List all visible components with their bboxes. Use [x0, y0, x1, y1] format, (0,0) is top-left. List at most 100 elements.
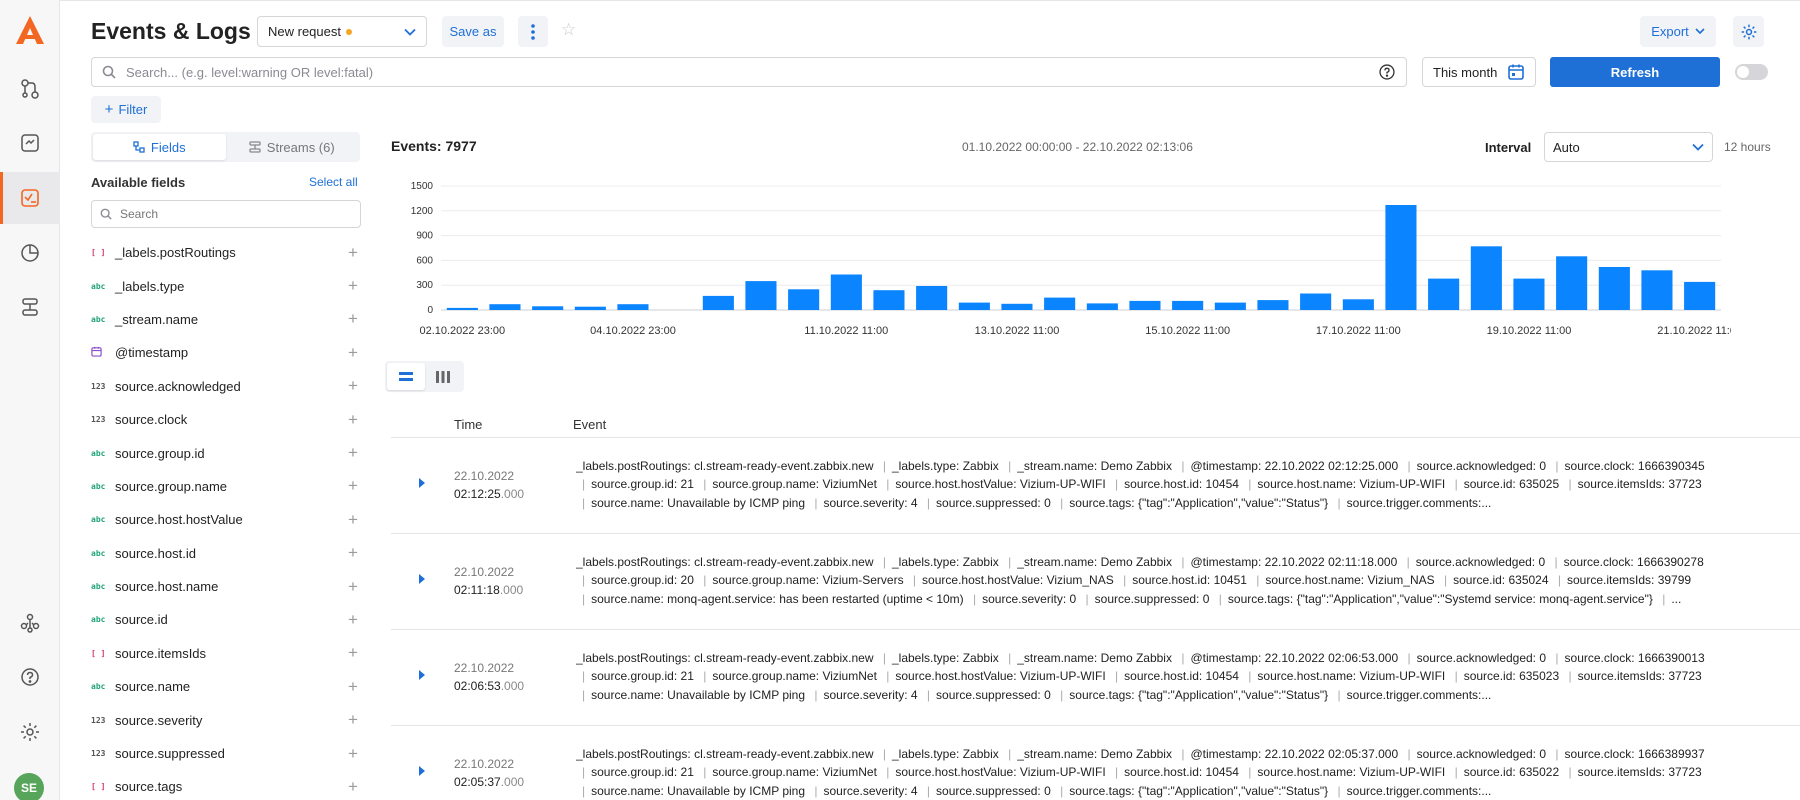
histogram-bar[interactable] — [489, 304, 521, 310]
add-field-icon[interactable]: + — [345, 610, 361, 630]
histogram-bar[interactable] — [1641, 270, 1673, 310]
histogram-bar[interactable] — [446, 307, 478, 310]
user-avatar[interactable]: SE — [14, 773, 44, 800]
column-header-time[interactable]: Time — [454, 417, 482, 432]
histogram-bar[interactable] — [1598, 267, 1630, 310]
field-item[interactable]: abc source.host.hostValue + — [91, 503, 361, 536]
histogram-bar[interactable] — [1001, 303, 1033, 310]
tab-streams[interactable]: Streams (6) — [226, 134, 359, 160]
expand-caret-icon[interactable] — [419, 574, 425, 584]
auto-refresh-toggle[interactable] — [1735, 64, 1768, 80]
histogram-bar[interactable] — [1470, 246, 1502, 310]
query-help-icon[interactable] — [1378, 63, 1396, 81]
events-logs-icon[interactable] — [0, 172, 60, 224]
add-field-icon[interactable]: + — [345, 309, 361, 329]
add-field-icon[interactable]: + — [345, 276, 361, 296]
field-item[interactable]: abc source.host.id + — [91, 537, 361, 570]
field-item[interactable]: @timestamp + — [91, 336, 361, 369]
add-field-icon[interactable]: + — [345, 510, 361, 530]
histogram-bar[interactable] — [702, 295, 734, 310]
column-header-event[interactable]: Event — [573, 417, 606, 432]
add-field-icon[interactable]: + — [345, 376, 361, 396]
histogram-bar[interactable] — [1513, 278, 1545, 310]
add-field-icon[interactable]: + — [345, 343, 361, 363]
histogram-bar[interactable] — [1556, 256, 1588, 310]
field-item[interactable]: abc source.group.id + — [91, 436, 361, 469]
settings-icon[interactable] — [0, 706, 60, 758]
add-field-icon[interactable]: + — [345, 543, 361, 563]
page-settings-button[interactable] — [1733, 16, 1764, 47]
table-row[interactable]: 22.10.2022 02:12:25.000 _labels.postRoutin… — [391, 438, 1800, 534]
field-item[interactable]: 123 source.acknowledged + — [91, 370, 361, 403]
add-field-icon[interactable]: + — [345, 410, 361, 430]
histogram-bar[interactable] — [745, 281, 777, 310]
add-field-icon[interactable]: + — [345, 744, 361, 764]
histogram-bar[interactable] — [1129, 300, 1161, 310]
field-item[interactable]: abc source.id + — [91, 603, 361, 636]
histogram-bar[interactable] — [1300, 293, 1332, 311]
table-row[interactable]: 22.10.2022 02:05:37.000 _labels.postRoutin… — [391, 726, 1800, 800]
help-icon[interactable] — [0, 651, 60, 703]
histogram-bar[interactable] — [958, 302, 990, 310]
add-field-icon[interactable]: + — [345, 243, 361, 263]
query-search-input[interactable] — [126, 64, 1378, 80]
histogram-bar[interactable] — [574, 306, 606, 310]
columns-view-button[interactable] — [425, 363, 463, 390]
add-filter-button[interactable]: + Filter — [91, 96, 161, 123]
histogram-bar[interactable] — [830, 274, 862, 311]
request-select[interactable]: New request — [257, 16, 427, 47]
save-as-button[interactable]: Save as — [442, 16, 504, 47]
table-row[interactable]: 22.10.2022 02:11:18.000 _labels.postRoutin… — [391, 534, 1800, 630]
add-field-icon[interactable]: + — [345, 443, 361, 463]
date-range-button[interactable]: This month — [1422, 57, 1536, 87]
add-field-icon[interactable]: + — [345, 677, 361, 697]
histogram-bar[interactable] — [1342, 299, 1374, 310]
add-field-icon[interactable]: + — [345, 777, 361, 797]
histogram-bar[interactable] — [532, 306, 564, 310]
histogram-bar[interactable] — [1385, 205, 1417, 310]
histogram-bar[interactable] — [873, 290, 905, 310]
expand-caret-icon[interactable] — [419, 766, 425, 776]
histogram-bar[interactable] — [617, 304, 649, 310]
field-item[interactable]: abc _labels.type + — [91, 269, 361, 302]
field-item[interactable]: [ ] source.itemsIds + — [91, 637, 361, 670]
histogram-bar[interactable] — [916, 286, 948, 310]
export-button[interactable]: Export — [1640, 16, 1716, 47]
favorite-star-icon[interactable]: ☆ — [561, 20, 576, 40]
more-options-button[interactable] — [518, 16, 548, 47]
field-item[interactable]: abc _stream.name + — [91, 303, 361, 336]
integrations-icon[interactable] — [0, 597, 60, 649]
expand-caret-icon[interactable] — [419, 478, 425, 488]
refresh-button[interactable]: Refresh — [1550, 57, 1720, 87]
list-view-button[interactable] — [387, 363, 425, 390]
table-row[interactable]: 22.10.2022 02:06:53.000 _labels.postRoutin… — [391, 630, 1800, 726]
histogram-bar[interactable] — [1172, 300, 1204, 310]
histogram-bar[interactable] — [1257, 300, 1289, 310]
histogram-bar[interactable] — [788, 289, 820, 310]
field-item[interactable]: [ ] _labels.postRoutings + — [91, 236, 361, 269]
field-item[interactable]: [ ] source.tags + — [91, 770, 361, 800]
flow-icon[interactable] — [0, 63, 60, 115]
interval-select[interactable]: Auto — [1544, 132, 1713, 162]
tab-fields[interactable]: Fields — [93, 134, 226, 160]
select-all-link[interactable]: Select all — [309, 175, 358, 189]
add-field-icon[interactable]: + — [345, 710, 361, 730]
histogram-bar[interactable] — [1086, 303, 1118, 310]
field-item[interactable]: 123 source.severity + — [91, 703, 361, 736]
add-field-icon[interactable]: + — [345, 577, 361, 597]
field-item[interactable]: abc source.host.name + — [91, 570, 361, 603]
histogram-bar[interactable] — [1684, 281, 1716, 310]
pipelines-icon[interactable] — [0, 281, 60, 333]
histogram-bar[interactable] — [1044, 297, 1076, 310]
add-field-icon[interactable]: + — [345, 643, 361, 663]
field-item[interactable]: abc source.name + — [91, 670, 361, 703]
app-logo-icon[interactable] — [14, 14, 46, 46]
field-search-input[interactable] — [120, 207, 352, 221]
expand-caret-icon[interactable] — [419, 670, 425, 680]
histogram-bar[interactable] — [1428, 278, 1460, 310]
field-item[interactable]: abc source.group.name + — [91, 470, 361, 503]
add-field-icon[interactable]: + — [345, 476, 361, 496]
field-item[interactable]: 123 source.suppressed + — [91, 737, 361, 770]
field-item[interactable]: 123 source.clock + — [91, 403, 361, 436]
dashboard-icon[interactable] — [0, 117, 60, 169]
